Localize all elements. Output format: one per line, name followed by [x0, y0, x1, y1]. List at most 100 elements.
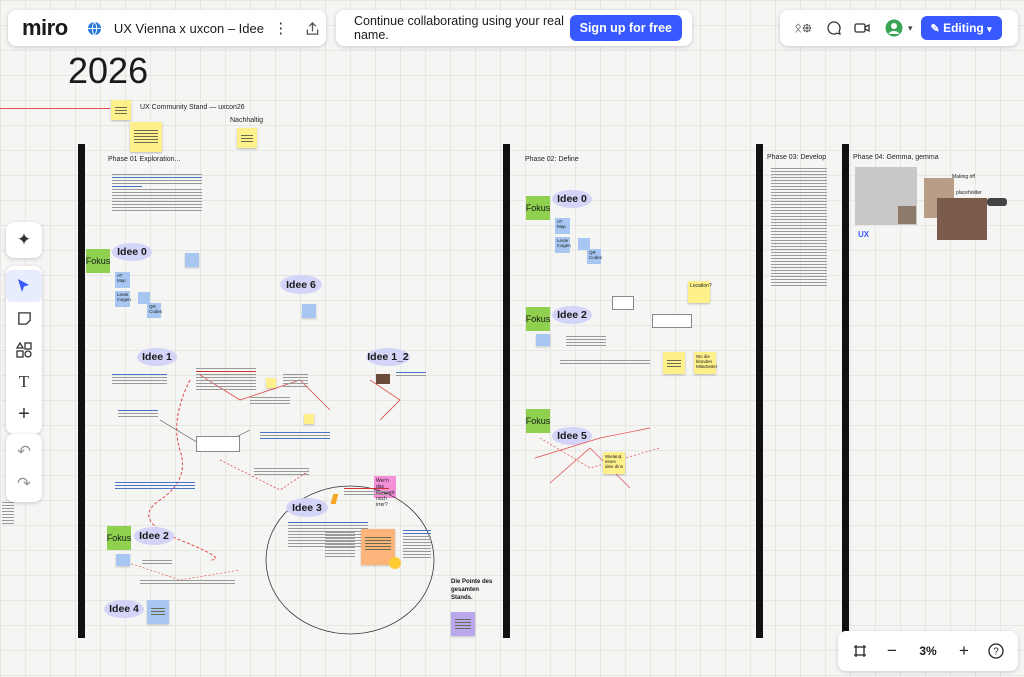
- history-toolbar: ↶ ↷: [6, 434, 42, 502]
- pointe-label: Die Pointe des gesamten Stands.: [451, 579, 493, 601]
- idea-bubble[interactable]: Idee 2: [134, 527, 174, 545]
- reactions-icon[interactable]: ᛟ᪥: [786, 14, 820, 42]
- text-block: [260, 430, 330, 441]
- placeholder-label: placeholder: [956, 190, 982, 196]
- sticky-note[interactable]: Wo die blonden Mitarbeiter: [694, 352, 717, 374]
- chat-icon[interactable]: [820, 14, 848, 42]
- text-icon[interactable]: T: [6, 366, 42, 398]
- chevron-down-icon[interactable]: ▾: [908, 23, 913, 34]
- idea-bubble[interactable]: Idee 4: [104, 600, 144, 618]
- shapes-icon[interactable]: [6, 334, 42, 366]
- text-block: [283, 372, 308, 389]
- idea-bubble[interactable]: Idee 6: [280, 275, 322, 294]
- mini-note[interactable]: QR Codes: [147, 303, 162, 318]
- fokus-note[interactable]: Fokus: [86, 249, 110, 273]
- sticky-note[interactable]: Location?: [688, 281, 712, 303]
- offscreen-text: [2, 500, 14, 526]
- text-block: [254, 466, 309, 477]
- text-block: [196, 366, 256, 392]
- zoom-control: − 3% + ?: [838, 631, 1018, 671]
- comment-box[interactable]: [652, 314, 692, 328]
- sticky-note[interactable]: [116, 554, 130, 566]
- fokus-note[interactable]: Fokus: [526, 307, 550, 331]
- sticky-note[interactable]: [304, 414, 314, 424]
- stand-label: UX Community Stand — uxcon26: [140, 104, 245, 111]
- sticky-note[interactable]: [130, 122, 162, 152]
- mini-note[interactable]: QR Codes: [587, 249, 602, 264]
- text-block: [142, 558, 172, 566]
- text-block: [560, 358, 650, 366]
- main-toolbar: T +: [6, 266, 42, 434]
- sticky-note[interactable]: Wieland, eines idee dins: [603, 452, 625, 474]
- sticky-note[interactable]: [237, 128, 257, 148]
- sticky-note[interactable]: [302, 304, 316, 318]
- document-text: [771, 166, 827, 288]
- text-block: [403, 528, 431, 560]
- mini-note[interactable]: Leute mogen: [115, 291, 131, 307]
- text-block: [396, 370, 426, 378]
- sticky-note[interactable]: [536, 334, 550, 346]
- board-canvas[interactable]: 2026 UX Community Stand — uxcon26 Nachha…: [0, 0, 1024, 677]
- fit-icon[interactable]: [844, 644, 876, 658]
- board-header: miro UX Vienna x uxcon – Ideen & A... ⋮: [8, 10, 326, 46]
- sticky-note[interactable]: [111, 100, 131, 120]
- sticky-note[interactable]: [266, 378, 276, 388]
- zoom-level[interactable]: 3%: [908, 644, 948, 658]
- sticky-note[interactable]: [147, 600, 169, 624]
- photo-thumbnail[interactable]: [898, 206, 916, 224]
- mini-note[interactable]: Leute mogen: [555, 237, 571, 253]
- photo-thumbnail[interactable]: [937, 198, 987, 240]
- chevron-down-icon: ▾: [987, 24, 992, 34]
- avatar-icon[interactable]: [880, 14, 908, 42]
- fokus-note[interactable]: Fokus: [526, 196, 550, 220]
- mini-note[interactable]: AT Map: [115, 272, 130, 288]
- sparkle-icon[interactable]: ✦: [6, 224, 42, 256]
- idea-bubble[interactable]: Idee 0: [112, 243, 152, 261]
- connector-line: [0, 108, 110, 109]
- ai-toolbar: ✦: [6, 222, 42, 258]
- text-block: [140, 578, 235, 586]
- text-block: [250, 395, 290, 406]
- share-icon[interactable]: [300, 14, 326, 42]
- text-block: [344, 486, 389, 497]
- photo-thumbnail[interactable]: [376, 374, 390, 384]
- editing-button[interactable]: ✎ Editing ▾: [920, 16, 1002, 40]
- sticky-note[interactable]: [185, 253, 199, 267]
- help-icon[interactable]: ?: [980, 643, 1012, 659]
- editing-label: Editing: [943, 21, 984, 35]
- svg-text:?: ?: [993, 647, 999, 658]
- collab-bar: ᛟ᪥ ▾ ✎ Editing ▾: [780, 10, 1018, 46]
- zoom-in-icon[interactable]: +: [948, 641, 980, 661]
- banner-text: Continue collaborating using your real n…: [354, 14, 564, 42]
- idea-bubble[interactable]: Idee 0: [552, 190, 592, 208]
- comment-box[interactable]: [612, 296, 634, 310]
- sticky-note-icon[interactable]: [6, 302, 42, 334]
- frame-divider: [503, 144, 510, 638]
- phase-label: Phase 02: Define: [525, 156, 579, 163]
- text-block: [115, 480, 195, 491]
- zoom-out-icon[interactable]: −: [876, 641, 908, 661]
- nachhaltig-label: Nachhaltig: [230, 117, 264, 124]
- mini-note[interactable]: AT Map: [555, 218, 570, 234]
- text-block: [325, 530, 355, 559]
- select-icon[interactable]: [6, 270, 42, 302]
- undo-icon[interactable]: ↶: [6, 436, 42, 468]
- signup-button[interactable]: Sign up for free: [569, 15, 682, 41]
- redo-icon[interactable]: ↷: [6, 468, 42, 500]
- phase-label: Phase 03: Develop: [767, 154, 827, 161]
- idea-bubble[interactable]: Idee 3: [286, 498, 328, 517]
- frame-divider: [756, 144, 763, 638]
- sticky-note[interactable]: [451, 612, 475, 636]
- photo-thumbnail[interactable]: [987, 198, 1007, 206]
- fokus-note[interactable]: Fokus: [107, 526, 131, 550]
- idea-bubble[interactable]: Idee 2: [552, 306, 592, 324]
- more-icon[interactable]: ⋮: [268, 14, 294, 42]
- video-icon[interactable]: [848, 14, 876, 42]
- miro-logo[interactable]: miro: [22, 15, 68, 41]
- plus-icon[interactable]: +: [6, 398, 42, 430]
- board-title[interactable]: UX Vienna x uxcon – Ideen & A...: [114, 21, 264, 36]
- text-block: [112, 372, 167, 386]
- comment-box[interactable]: [196, 436, 240, 452]
- sticky-note[interactable]: [663, 352, 685, 374]
- text-block: [118, 408, 158, 419]
